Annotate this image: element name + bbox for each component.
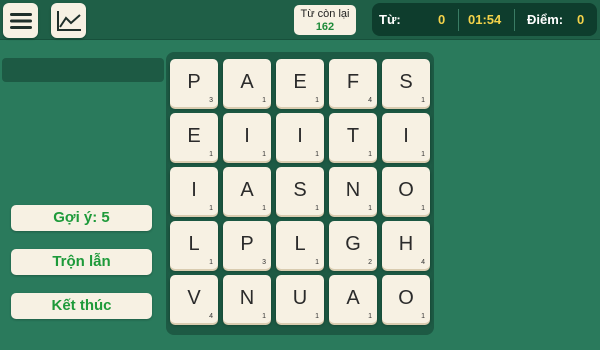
letter-tile[interactable]: A1 bbox=[329, 275, 377, 323]
letter-board: P3A1E1F4S1E1I1I1T1I1I1A1S1N1O1L1P3L1G2H4… bbox=[166, 52, 434, 335]
tile-points: 4 bbox=[368, 97, 372, 104]
words-count: 0 bbox=[438, 12, 446, 27]
letter-tile[interactable]: U1 bbox=[276, 275, 324, 323]
end-game-button[interactable]: Kết thúc bbox=[11, 293, 152, 319]
tile-points: 1 bbox=[368, 205, 372, 212]
tile-letter: I bbox=[244, 125, 250, 147]
found-word-display bbox=[2, 58, 164, 82]
tile-letter: O bbox=[398, 287, 414, 309]
tile-points: 1 bbox=[421, 151, 425, 158]
tile-points: 1 bbox=[368, 151, 372, 158]
tile-letter: L bbox=[294, 233, 306, 255]
tile-letter: F bbox=[346, 71, 360, 93]
letter-tile[interactable]: A1 bbox=[223, 167, 271, 215]
tile-points: 1 bbox=[209, 151, 213, 158]
words-remaining-count: 162 bbox=[315, 21, 335, 33]
shuffle-button[interactable]: Trộn lẫn bbox=[11, 249, 152, 275]
tile-points: 1 bbox=[315, 97, 319, 104]
stats-divider bbox=[514, 9, 515, 31]
letter-tile[interactable]: N1 bbox=[329, 167, 377, 215]
letter-tile[interactable]: O1 bbox=[382, 275, 430, 323]
words-remaining-label: Từ còn lại bbox=[300, 8, 350, 20]
tile-letter: L bbox=[188, 233, 200, 255]
tile-points: 1 bbox=[315, 205, 319, 212]
tile-points: 1 bbox=[209, 205, 213, 212]
tile-letter: I bbox=[297, 125, 303, 147]
letter-tile[interactable]: H4 bbox=[382, 221, 430, 269]
tile-points: 2 bbox=[368, 259, 372, 266]
tile-letter: U bbox=[292, 287, 308, 309]
tile-letter: H bbox=[398, 233, 414, 255]
tile-letter: A bbox=[240, 179, 254, 201]
letter-tile[interactable]: A1 bbox=[223, 59, 271, 107]
top-bar: Từ còn lại 162 Từ: 0 01:54 Điểm: 0 bbox=[0, 0, 600, 40]
letter-tile[interactable]: G2 bbox=[329, 221, 377, 269]
letter-tile[interactable]: S1 bbox=[276, 167, 324, 215]
letter-tile[interactable]: I1 bbox=[223, 113, 271, 161]
tile-points: 1 bbox=[262, 97, 266, 104]
letter-tile[interactable]: I1 bbox=[382, 113, 430, 161]
tile-letter: A bbox=[240, 71, 254, 93]
tile-points: 1 bbox=[315, 259, 319, 266]
letter-tile[interactable]: I1 bbox=[276, 113, 324, 161]
tile-letter: E bbox=[187, 125, 201, 147]
letter-tile[interactable]: S1 bbox=[382, 59, 430, 107]
tile-letter: P bbox=[187, 71, 201, 93]
tile-letter: O bbox=[398, 179, 414, 201]
tile-points: 1 bbox=[421, 97, 425, 104]
letter-tile[interactable]: N1 bbox=[223, 275, 271, 323]
words-label: Từ: bbox=[379, 12, 401, 27]
tile-points: 3 bbox=[209, 97, 213, 104]
hint-button[interactable]: Gợi ý: 5 bbox=[11, 205, 152, 231]
tile-points: 4 bbox=[209, 313, 213, 320]
tile-points: 1 bbox=[315, 151, 319, 158]
tile-letter: G bbox=[345, 233, 361, 255]
tile-letter: T bbox=[346, 125, 360, 147]
letter-tile[interactable]: E1 bbox=[276, 59, 324, 107]
tile-letter: I bbox=[403, 125, 409, 147]
letter-tile[interactable]: P3 bbox=[223, 221, 271, 269]
stats-divider bbox=[458, 9, 459, 31]
letter-tile[interactable]: V4 bbox=[170, 275, 218, 323]
chart-icon bbox=[56, 10, 81, 31]
tile-points: 1 bbox=[262, 205, 266, 212]
tile-points: 1 bbox=[262, 151, 266, 158]
tile-letter: E bbox=[293, 71, 307, 93]
tile-letter: N bbox=[239, 287, 255, 309]
words-remaining-badge: Từ còn lại 162 bbox=[294, 5, 356, 35]
letter-tile[interactable]: I1 bbox=[170, 167, 218, 215]
tile-letter: P bbox=[240, 233, 254, 255]
tile-points: 3 bbox=[262, 259, 266, 266]
letter-tile[interactable]: F4 bbox=[329, 59, 377, 107]
tile-points: 4 bbox=[421, 259, 425, 266]
score-value: 0 bbox=[577, 12, 585, 27]
tile-letter: I bbox=[191, 179, 197, 201]
score-label: Điểm: bbox=[527, 12, 564, 27]
tile-points: 1 bbox=[315, 313, 319, 320]
tile-letter: V bbox=[187, 287, 201, 309]
timer: 01:54 bbox=[468, 12, 502, 27]
letter-tile[interactable]: O1 bbox=[382, 167, 430, 215]
tile-letter: S bbox=[293, 179, 307, 201]
stats-button[interactable] bbox=[51, 3, 86, 38]
tile-letter: S bbox=[399, 71, 413, 93]
tile-points: 1 bbox=[421, 313, 425, 320]
letter-tile[interactable]: T1 bbox=[329, 113, 377, 161]
letter-tile[interactable]: L1 bbox=[276, 221, 324, 269]
letter-tile[interactable]: E1 bbox=[170, 113, 218, 161]
tile-letter: N bbox=[345, 179, 361, 201]
stats-panel: Từ: 0 01:54 Điểm: 0 bbox=[372, 3, 597, 36]
letter-tile[interactable]: L1 bbox=[170, 221, 218, 269]
tile-points: 1 bbox=[209, 259, 213, 266]
menu-button[interactable] bbox=[3, 3, 38, 38]
tile-points: 1 bbox=[421, 205, 425, 212]
tile-points: 1 bbox=[262, 313, 266, 320]
tile-points: 1 bbox=[368, 313, 372, 320]
menu-icon bbox=[9, 12, 32, 29]
tile-letter: A bbox=[346, 287, 360, 309]
letter-tile[interactable]: P3 bbox=[170, 59, 218, 107]
